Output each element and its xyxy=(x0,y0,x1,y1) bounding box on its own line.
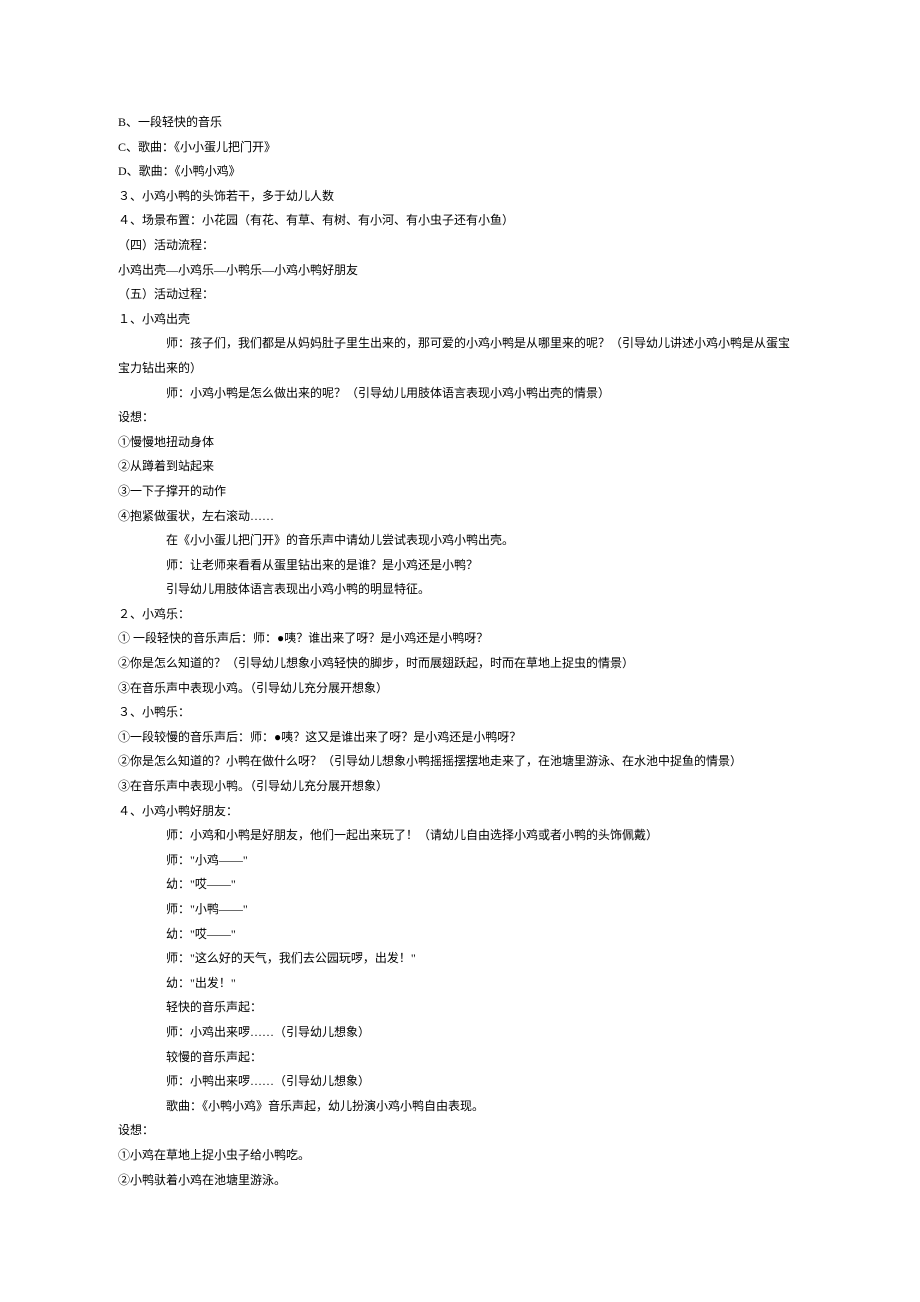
text-line: ４、场景布置：小花园（有花、有草、有树、有小河、有小虫子还有小鱼） xyxy=(118,208,802,233)
text-line: 在《小小蛋儿把门开》的音乐声中请幼儿尝试表现小鸡小鸭出壳。 xyxy=(118,528,802,553)
text-line: 师：让老师来看看从蛋里钻出来的是谁？是小鸡还是小鸭？ xyxy=(118,553,802,578)
text-line: 轻快的音乐声起： xyxy=(118,995,802,1020)
text-line: 师：小鸭出来啰……（引导幼儿想象） xyxy=(118,1069,802,1094)
document-body: B、一段轻快的音乐C、歌曲：《小小蛋儿把门开》D、歌曲：《小鸭小鸡》３、小鸡小鸭… xyxy=(118,110,802,1192)
text-line: 较慢的音乐声起： xyxy=(118,1045,802,1070)
text-line: 幼："哎——" xyxy=(118,922,802,947)
text-line: （四）活动流程： xyxy=(118,233,802,258)
text-line: 小鸡出壳—小鸡乐—小鸭乐—小鸡小鸭好朋友 xyxy=(118,258,802,283)
text-line: D、歌曲：《小鸭小鸡》 xyxy=(118,159,802,184)
text-line: ②你是怎么知道的？小鸭在做什么呀？（引导幼儿想象小鸭摇摇摆摆地走来了，在池塘里游… xyxy=(118,749,802,774)
text-line: ①一段较慢的音乐声后：师：●咦？这又是谁出来了呀？是小鸡还是小鸭呀？ xyxy=(118,725,802,750)
text-line: ３、小鸭乐： xyxy=(118,700,802,725)
text-line: ②你是怎么知道的？（引导幼儿想象小鸡轻快的脚步，时而展翅跃起，时而在草地上捉虫的… xyxy=(118,651,802,676)
text-line: ③在音乐声中表现小鸭。（引导幼儿充分展开想象） xyxy=(118,774,802,799)
text-line: B、一段轻快的音乐 xyxy=(118,110,802,135)
text-line: 师：小鸡小鸭是怎么做出来的呢？（引导幼儿用肢体语言表现小鸡小鸭出壳的情景） xyxy=(118,381,802,406)
text-line: ①慢慢地扭动身体 xyxy=(118,430,802,455)
document-page: B、一段轻快的音乐C、歌曲：《小小蛋儿把门开》D、歌曲：《小鸭小鸡》３、小鸡小鸭… xyxy=(0,0,920,1232)
text-line: C、歌曲：《小小蛋儿把门开》 xyxy=(118,135,802,160)
text-line: ③在音乐声中表现小鸡。（引导幼儿充分展开想象） xyxy=(118,676,802,701)
text-line: ３、小鸡小鸭的头饰若干，多于幼儿人数 xyxy=(118,184,802,209)
text-line: 宝力钻出来的） xyxy=(118,356,802,381)
text-line: ①小鸡在草地上捉小虫子给小鸭吃。 xyxy=(118,1143,802,1168)
text-line: 师："这么好的天气，我们去公园玩啰，出发！" xyxy=(118,946,802,971)
text-line: 师："小鸡——" xyxy=(118,848,802,873)
text-line: ① 一段轻快的音乐声后：师：●咦？谁出来了呀？是小鸡还是小鸭呀？ xyxy=(118,626,802,651)
text-line: 引导幼儿用肢体语言表现出小鸡小鸭的明显特征。 xyxy=(118,577,802,602)
text-line: ②小鸭驮着小鸡在池塘里游泳。 xyxy=(118,1168,802,1193)
text-line: 幼："哎——" xyxy=(118,872,802,897)
text-line: ４、小鸡小鸭好朋友： xyxy=(118,799,802,824)
text-line: 幼："出发！" xyxy=(118,971,802,996)
text-line: ②从蹲着到站起来 xyxy=(118,454,802,479)
text-line: 设想： xyxy=(118,1118,802,1143)
text-line: 师：孩子们，我们都是从妈妈肚子里生出来的，那可爱的小鸡小鸭是从哪里来的呢？（引导… xyxy=(118,331,802,356)
text-line: 师：小鸡出来啰……（引导幼儿想象） xyxy=(118,1020,802,1045)
text-line: ③一下子撑开的动作 xyxy=(118,479,802,504)
text-line: 设想： xyxy=(118,405,802,430)
text-line: ④抱紧做蛋状，左右滚动…… xyxy=(118,504,802,529)
text-line: 师：小鸡和小鸭是好朋友，他们一起出来玩了！（请幼儿自由选择小鸡或者小鸭的头饰佩戴… xyxy=(118,823,802,848)
text-line: 师："小鸭——" xyxy=(118,897,802,922)
text-line: （五）活动过程： xyxy=(118,282,802,307)
text-line: １、小鸡出壳 xyxy=(118,307,802,332)
text-line: ２、小鸡乐： xyxy=(118,602,802,627)
text-line: 歌曲：《小鸭小鸡》音乐声起，幼儿扮演小鸡小鸭自由表现。 xyxy=(118,1094,802,1119)
